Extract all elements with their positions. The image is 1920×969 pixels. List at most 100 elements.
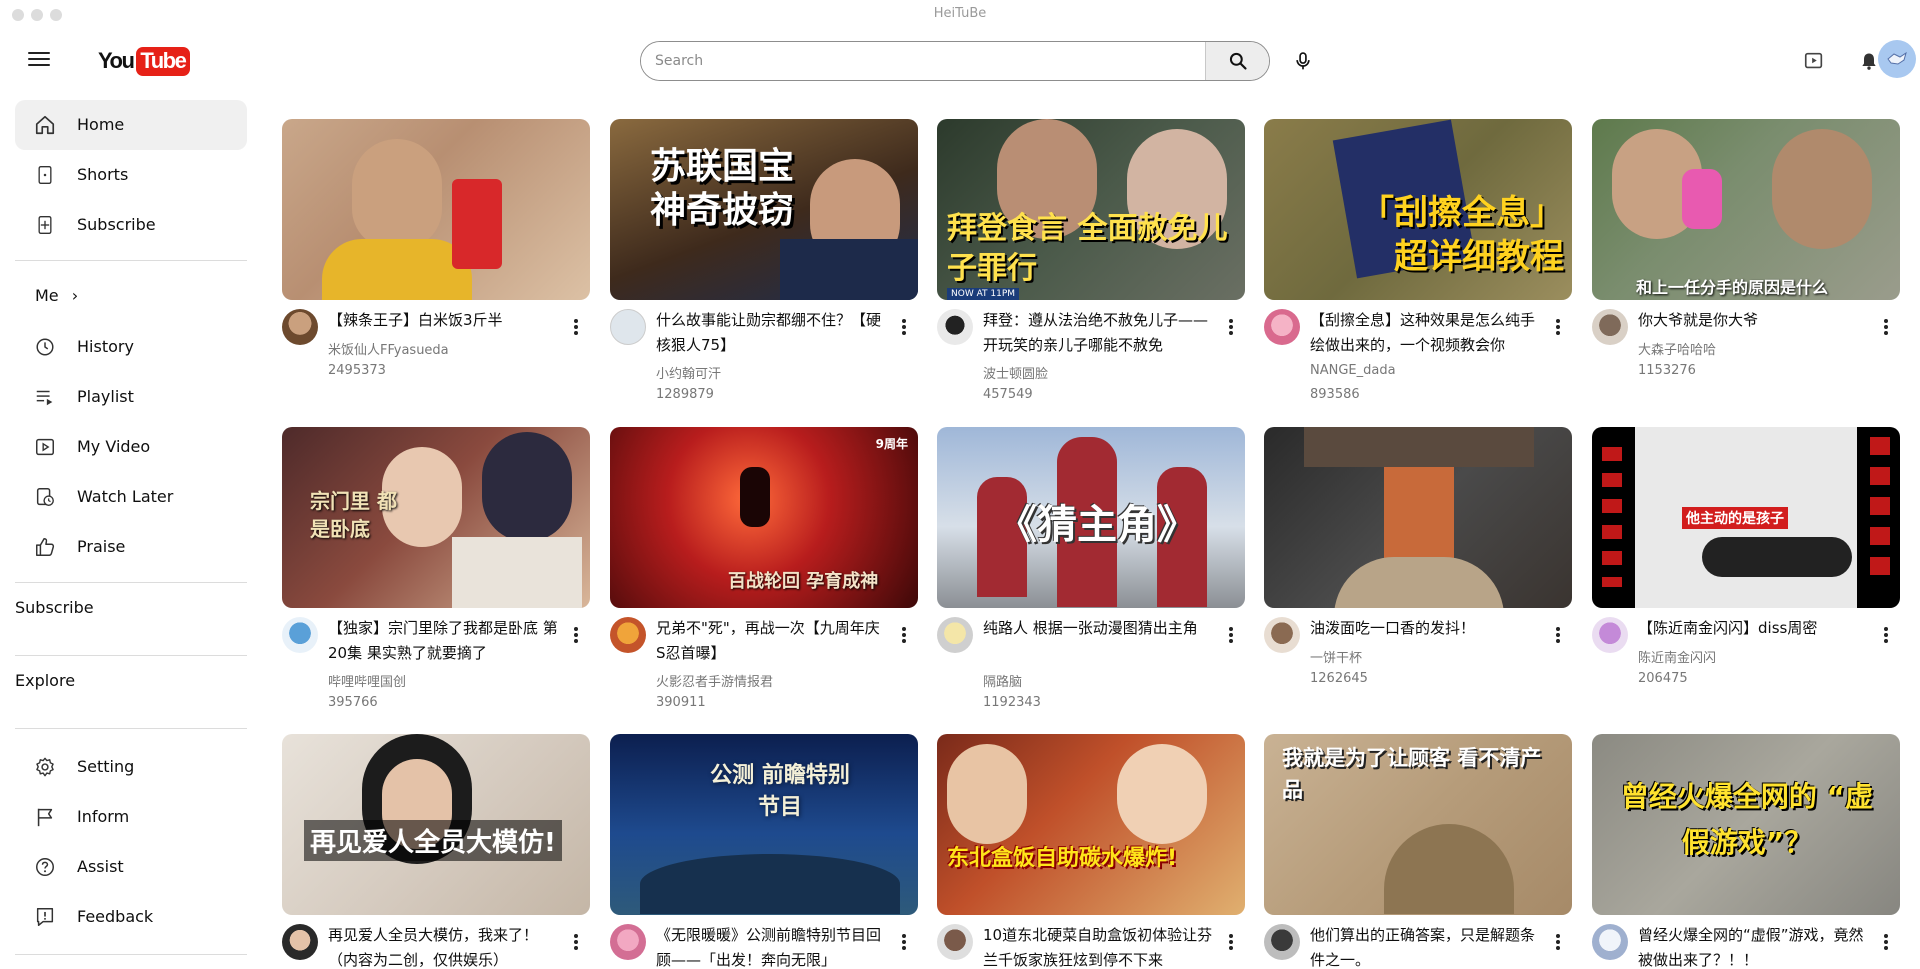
sidebar-item-feedback[interactable]: Feedback <box>15 892 247 942</box>
video-thumbnail[interactable]: 《猜主角》 <box>937 427 1245 608</box>
more-options-button[interactable] <box>1546 623 1570 647</box>
channel-avatar[interactable] <box>1264 617 1300 653</box>
video-thumbnail[interactable]: 宗门里 都是卧底 <box>282 427 590 608</box>
channel-avatar[interactable] <box>610 617 646 653</box>
channel-avatar[interactable] <box>1264 309 1300 345</box>
video-thumbnail[interactable]: 东北盒饭自助碳水爆炸! <box>937 734 1245 915</box>
more-options-button[interactable] <box>564 930 588 954</box>
sidebar-item-assist[interactable]: Assist <box>15 842 247 892</box>
video-thumbnail[interactable]: 公测 前瞻特别节目 <box>610 734 918 915</box>
video-thumbnail[interactable] <box>1264 427 1572 608</box>
channel-name[interactable]: 小约翰可汗 <box>656 363 721 382</box>
app-logo[interactable]: You Tube <box>98 46 191 76</box>
menu-icon[interactable] <box>26 48 52 70</box>
more-options-button[interactable] <box>1546 930 1570 954</box>
more-options-button[interactable] <box>564 623 588 647</box>
sidebar-item-praise[interactable]: Praise <box>15 522 247 572</box>
sidebar-item-label: Inform <box>77 807 130 826</box>
microphone-icon <box>1296 52 1310 70</box>
more-options-button[interactable] <box>1874 315 1898 339</box>
sidebar-item-my-video[interactable]: My Video <box>15 422 247 472</box>
sidebar-item-watch-later[interactable]: Watch Later <box>15 472 247 522</box>
video-thumbnail[interactable]: 他主动的是孩子 <box>1592 427 1900 608</box>
more-options-button[interactable] <box>892 623 916 647</box>
sidebar-item-history[interactable]: History <box>15 322 247 372</box>
video-thumbnail[interactable]: 9周年 百战轮回 孕育成神 <box>610 427 918 608</box>
video-title[interactable]: 【独家】宗门里除了我都是卧底 第20集 果实熟了就要摘了 <box>328 616 560 666</box>
more-options-button[interactable] <box>1219 930 1243 954</box>
more-options-button[interactable] <box>1546 315 1570 339</box>
video-title[interactable]: 他们算出的正确答案，只是解题条件之一。 <box>1310 923 1542 969</box>
video-title[interactable]: 曾经火爆全网的“虚假”游戏，竟然被做出来了？！！ <box>1638 923 1870 969</box>
channel-avatar[interactable] <box>937 924 973 960</box>
view-count: 390911 <box>656 695 706 710</box>
channel-name[interactable]: 陈近南金闪闪 <box>1638 647 1716 666</box>
sidebar-item-setting[interactable]: Setting <box>15 742 247 792</box>
video-title[interactable]: 纯路人 根据一张动漫图猜出主角 <box>983 616 1215 641</box>
video-thumbnail[interactable] <box>282 119 590 300</box>
video-title[interactable]: 10道东北硬菜自助盒饭初体验让芬兰千饭家族狂炫到停不下来 <box>983 923 1215 969</box>
video-thumbnail[interactable]: 「刮擦全息」 超详细教程 <box>1264 119 1572 300</box>
channel-name[interactable]: 大森子哈哈哈 <box>1638 339 1716 358</box>
more-options-button[interactable] <box>1874 930 1898 954</box>
video-thumbnail[interactable]: 苏联国宝 神奇披窃 <box>610 119 918 300</box>
sidebar-item-inform[interactable]: Inform <box>15 792 247 842</box>
channel-avatar[interactable] <box>282 309 318 345</box>
video-title[interactable]: 【陈近南金闪闪】diss周密 <box>1638 616 1870 641</box>
channel-avatar[interactable] <box>1592 309 1628 345</box>
video-title[interactable]: 【辣条王子】白米饭3斤半 <box>328 308 560 333</box>
video-thumbnail[interactable]: 再见爱人全员大模仿! <box>282 734 590 915</box>
thumbnail-caption: 和上一任分手的原因是什么 <box>1636 278 1829 297</box>
sidebar-item-shorts[interactable]: Shorts <box>15 150 247 200</box>
channel-avatar[interactable] <box>937 309 973 345</box>
channel-avatar[interactable] <box>282 617 318 653</box>
user-avatar[interactable] <box>1878 40 1916 78</box>
channel-avatar[interactable] <box>1592 924 1628 960</box>
video-title[interactable]: 兄弟不"死"，再战一次【九周年庆S忍首曝】 <box>656 616 888 666</box>
microphone-button[interactable] <box>1290 48 1316 74</box>
channel-name[interactable]: NANGE_dada <box>1310 363 1396 378</box>
channel-name[interactable]: 波士顿圆脸 <box>983 363 1048 382</box>
search-input[interactable] <box>641 42 1205 80</box>
video-title[interactable]: 你大爷就是你大爷 <box>1638 308 1870 333</box>
more-options-button[interactable] <box>1219 315 1243 339</box>
search-button[interactable] <box>1205 42 1269 80</box>
sidebar-section-explore[interactable]: Explore <box>15 671 75 690</box>
channel-avatar[interactable] <box>282 924 318 960</box>
more-options-button[interactable] <box>1874 623 1898 647</box>
video-title[interactable]: 油泼面吃一口香的发抖！ <box>1310 616 1542 641</box>
video-thumbnail[interactable]: 我就是为了让顾客 看不清产品 <box>1264 734 1572 915</box>
search-bar <box>640 41 1270 81</box>
sidebar-item-home[interactable]: Home <box>15 100 247 150</box>
thumbnail-caption: 我就是为了让顾客 看不清产品 <box>1282 746 1542 802</box>
channel-avatar[interactable] <box>1592 617 1628 653</box>
channel-name[interactable]: 哔哩哔哩国创 <box>328 671 406 690</box>
video-thumbnail[interactable]: 曾经火爆全网的 “虚假游戏”？ <box>1592 734 1900 915</box>
channel-name[interactable]: 米饭仙人FFyasueda <box>328 339 449 358</box>
video-title[interactable]: 拜登：遵从法治绝不赦免儿子——开玩笑的亲儿子哪能不赦免 <box>983 308 1215 358</box>
video-title[interactable]: 【刮擦全息】这种效果是怎么纯手绘做出来的，一个视频教会你 <box>1310 308 1542 358</box>
create-video-button[interactable] <box>1801 48 1827 74</box>
channel-name[interactable]: 火影忍者手游情报君 <box>656 671 773 690</box>
video-title[interactable]: 再见爱人全员大模仿，我来了！（内容为二创，仅供娱乐） <box>328 923 560 969</box>
thumbnail-badge: 9周年 <box>875 437 908 451</box>
video-thumbnail[interactable]: 和上一任分手的原因是什么 <box>1592 119 1900 300</box>
channel-avatar[interactable] <box>1264 924 1300 960</box>
chevron-right-icon: › <box>71 286 79 305</box>
channel-avatar[interactable] <box>610 924 646 960</box>
video-title[interactable]: 《无限暖暖》公测前瞻特别节目回顾——「出发！奔向无限」 <box>656 923 888 969</box>
sidebar-section-subscribe[interactable]: Subscribe <box>15 598 94 617</box>
more-options-button[interactable] <box>892 315 916 339</box>
video-title[interactable]: 什么故事能让勋宗都绷不住？【硬核狠人75】 <box>656 308 888 358</box>
channel-avatar[interactable] <box>937 617 973 653</box>
channel-name[interactable]: 隔路脑 <box>983 671 1022 690</box>
more-options-button[interactable] <box>564 315 588 339</box>
channel-name[interactable]: 一饼干杯 <box>1310 647 1362 666</box>
more-options-button[interactable] <box>1219 623 1243 647</box>
channel-avatar[interactable] <box>610 309 646 345</box>
video-thumbnail[interactable]: 拜登食言 全面赦免儿子罪行 NOW AT 11PM <box>937 119 1245 300</box>
sidebar-item-subscribe[interactable]: Subscribe <box>15 200 247 250</box>
sidebar-item-playlist[interactable]: Playlist <box>15 372 247 422</box>
more-options-button[interactable] <box>892 930 916 954</box>
sidebar-section-me[interactable]: Me › <box>35 286 78 305</box>
